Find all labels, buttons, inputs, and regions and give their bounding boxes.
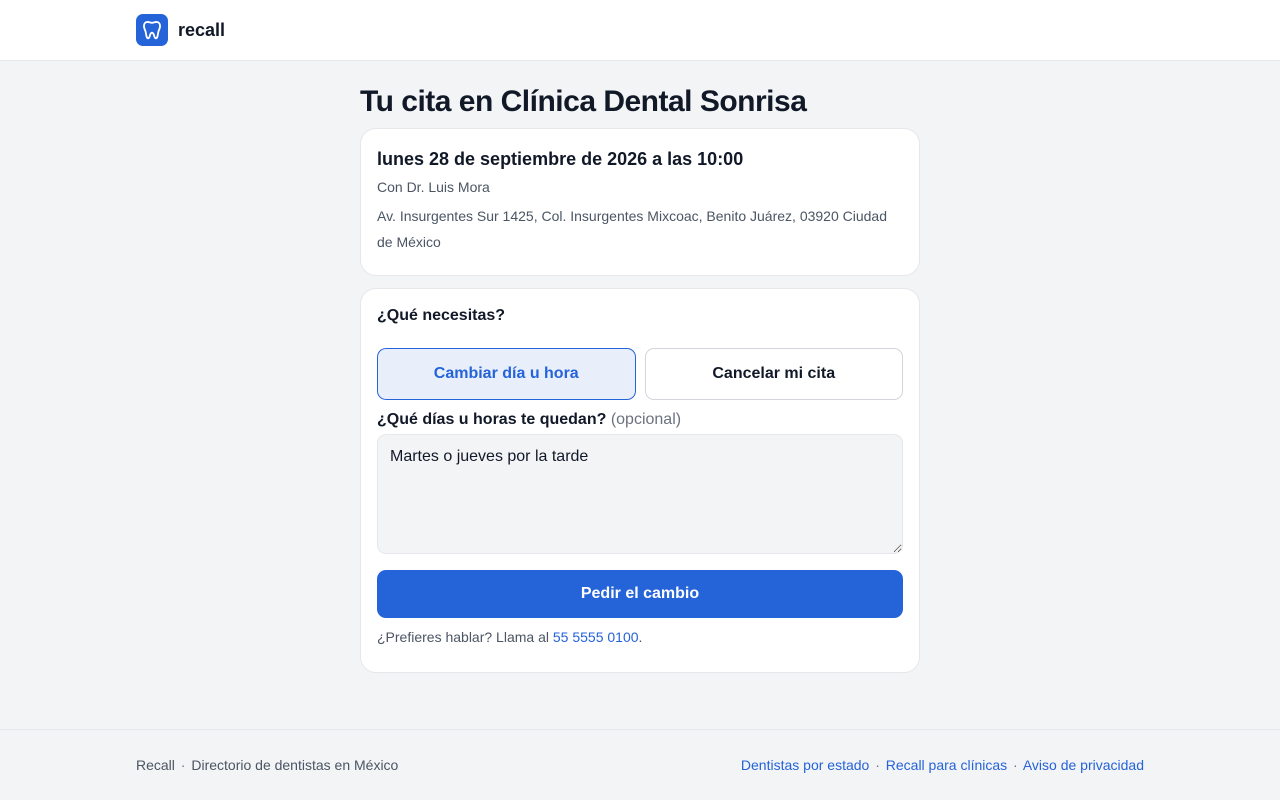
footer-brand-line: Recall · Directorio de dentistas en Méxi… xyxy=(136,756,398,774)
footer-separator: · xyxy=(180,757,186,773)
footer-nav: Dentistas por estado · Recall para clíni… xyxy=(741,756,1144,774)
main-content: Tu cita en Clínica Dental Sonrisa lunes … xyxy=(360,84,920,673)
action-card: ¿Qué necesitas? Cambiar día u hora Cance… xyxy=(360,288,920,673)
phone-link[interactable]: 55 5555 0100 xyxy=(553,629,639,645)
site-footer: Recall · Directorio de dentistas en Méxi… xyxy=(0,729,1280,800)
tooth-icon xyxy=(136,14,168,46)
footer-separator: · xyxy=(1013,757,1018,773)
availability-label-text: ¿Qué días u horas te quedan? xyxy=(377,411,607,428)
footer-tagline: Directorio de dentistas en México xyxy=(191,757,399,773)
reschedule-button[interactable]: Cambiar día u hora xyxy=(377,348,636,400)
footer-link-states[interactable]: Dentistas por estado xyxy=(741,757,869,773)
footer-separator: · xyxy=(875,757,880,773)
brand-name: recall xyxy=(178,19,226,40)
call-suffix: . xyxy=(638,629,643,645)
footer-link-privacy[interactable]: Aviso de privacidad xyxy=(1023,757,1144,773)
call-prefix: ¿Prefieres hablar? Llama al xyxy=(377,629,549,645)
brand-home-link[interactable]: recall xyxy=(136,14,225,46)
action-question: ¿Qué necesitas? xyxy=(377,307,506,324)
action-options: Cambiar día u hora Cancelar mi cita xyxy=(377,348,903,400)
footer-brand: Recall xyxy=(136,757,175,773)
appointment-card: lunes 28 de septiembre de 2026 a las 10:… xyxy=(360,128,920,276)
submit-change-button[interactable]: Pedir el cambio xyxy=(377,570,903,618)
site-header: recall xyxy=(0,0,1280,61)
appointment-doctor: Con Dr. Luis Mora xyxy=(377,179,490,195)
footer-link-clinics[interactable]: Recall para clínicas xyxy=(886,757,1007,773)
call-line: ¿Prefieres hablar? Llama al 55 5555 0100… xyxy=(377,628,903,646)
cancel-appointment-button[interactable]: Cancelar mi cita xyxy=(644,348,903,400)
optional-hint: (opcional) xyxy=(610,411,682,428)
appointment-datetime: lunes 28 de septiembre de 2026 a las 10:… xyxy=(377,149,744,169)
availability-textarea[interactable]: Martes o jueves por la tarde xyxy=(377,434,903,554)
availability-label: ¿Qué días u horas te quedan? (opcional) xyxy=(377,410,903,430)
page-title: Tu cita en Clínica Dental Sonrisa xyxy=(360,85,807,118)
appointment-address: Av. Insurgentes Sur 1425, Col. Insurgent… xyxy=(377,208,888,250)
